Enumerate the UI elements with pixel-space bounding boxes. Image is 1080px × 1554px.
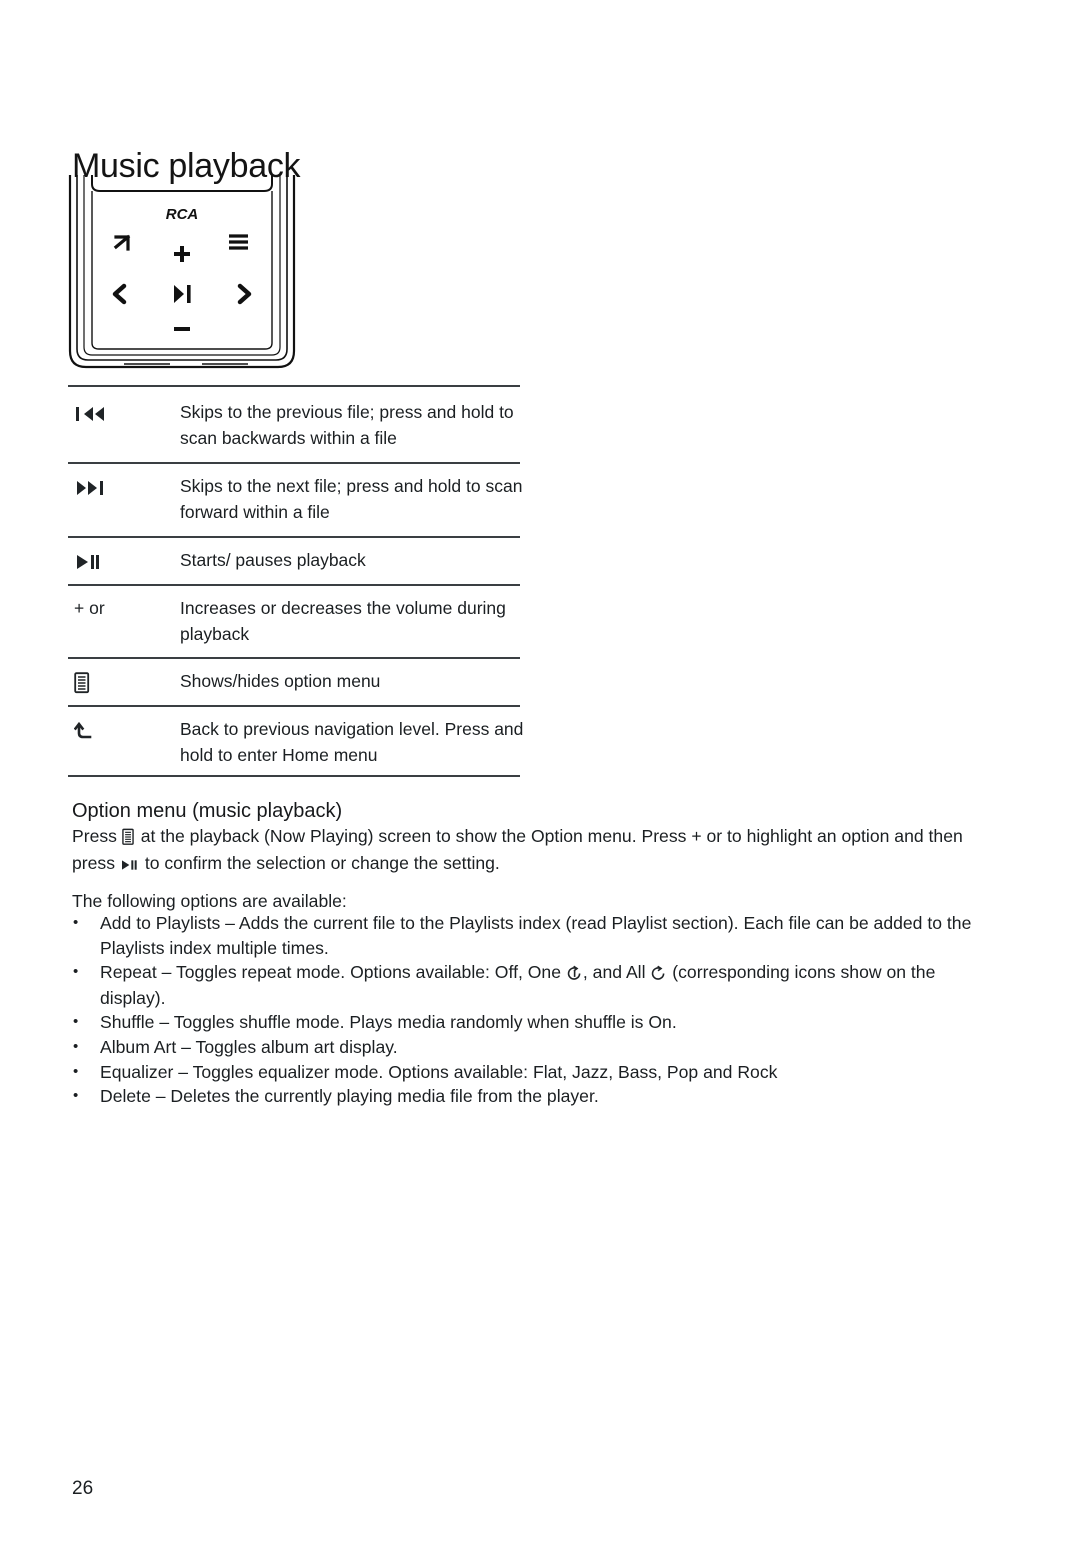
list-item: • Equalizer – Toggles equalizer mode. Op… — [68, 1060, 988, 1085]
plus-icon — [174, 246, 190, 262]
list-item-term: Add to Playlists — [100, 913, 221, 933]
play-pause-icon — [74, 548, 179, 576]
list-item-text: – Toggles shuffle mode. Plays media rand… — [154, 1012, 677, 1033]
list-item-text-before: – Toggles repeat mode. Options available… — [156, 962, 561, 983]
bullet-dot-icon: • — [73, 1013, 79, 1031]
table-row-description: Increases or decreases the volume during… — [180, 598, 506, 644]
option-menu-icon — [74, 669, 179, 697]
list-item-term: Equalizer — [100, 1061, 174, 1082]
table-rule — [68, 775, 520, 777]
list-item: • Album Art – Toggles album art display. — [68, 1035, 988, 1060]
table-row-description: Skips to the previous file; press and ho… — [180, 402, 514, 448]
table-row-description: Back to previous navigation level. Press… — [180, 719, 524, 765]
bullet-dot-icon: • — [73, 1038, 79, 1056]
list-item-term: Album Art — [100, 1037, 177, 1058]
list-item-text: – Toggles album art display. — [176, 1037, 398, 1058]
right-chevron-icon — [237, 283, 252, 305]
play-pause-icon — [174, 285, 191, 303]
plus-minus-icon: + or — [74, 598, 105, 618]
bullet-dot-icon: • — [73, 1087, 79, 1105]
intro-text-part1: Press — [72, 826, 117, 846]
table-rule — [68, 705, 520, 707]
list-item-term: Delete — [100, 1086, 151, 1107]
list-item: • Repeat – Toggles repeat mode. Options … — [68, 960, 988, 1010]
list-item-text: – Deletes the currently playing media fi… — [150, 1086, 599, 1107]
table-rule — [68, 536, 520, 538]
back-arrow-icon — [113, 234, 131, 251]
table-row-description: Starts/ pauses playback — [180, 550, 366, 570]
bullet-dot-icon: • — [73, 963, 79, 981]
play-pause-icon — [120, 852, 140, 878]
back-arrow-icon — [74, 717, 179, 745]
table-row-description: Shows/hides option menu — [180, 671, 381, 691]
option-menu-intro-paragraph: Press at the playback (Now Playing) scre… — [72, 823, 984, 878]
menu-lines-icon — [229, 234, 248, 250]
table-rule — [68, 657, 520, 659]
repeat-all-icon — [650, 961, 667, 986]
list-item: • Delete – Deletes the currently playing… — [68, 1084, 988, 1109]
table-rule — [68, 584, 520, 586]
next-track-icon — [74, 474, 179, 502]
option-list: • Add to Playlists – Adds the current fi… — [68, 911, 988, 1109]
device-brand-label: RCA — [166, 206, 199, 223]
device-illustration: RCA — [62, 175, 302, 375]
table-rule — [68, 462, 520, 464]
list-item-text-between: , and All — [582, 962, 646, 983]
table-row-description: Skips to the next file; press and hold t… — [180, 476, 523, 522]
option-menu-icon — [122, 824, 136, 850]
option-menu-heading: Option menu (music playback) — [72, 800, 343, 822]
left-chevron-icon — [112, 283, 127, 305]
intro-text-part3: to confirm the selection or change the s… — [144, 853, 500, 874]
bullet-dot-icon: • — [73, 914, 79, 931]
table-rule — [68, 385, 520, 387]
repeat-one-icon — [566, 961, 583, 986]
list-item-term: Shuffle — [100, 1012, 155, 1033]
list-item-text: – Toggles equalizer mode. Options availa… — [173, 1061, 778, 1082]
page-number: 26 — [72, 1478, 94, 1499]
list-item-text: – Adds the current file to the Playlists… — [100, 913, 972, 958]
list-item: • Shuffle – Toggles shuffle mode. Plays … — [68, 1010, 988, 1035]
bullet-dot-icon: • — [73, 1062, 79, 1080]
list-item: • Add to Playlists – Adds the current fi… — [68, 911, 988, 960]
previous-track-icon — [74, 400, 179, 428]
list-item-term: Repeat — [100, 962, 157, 983]
